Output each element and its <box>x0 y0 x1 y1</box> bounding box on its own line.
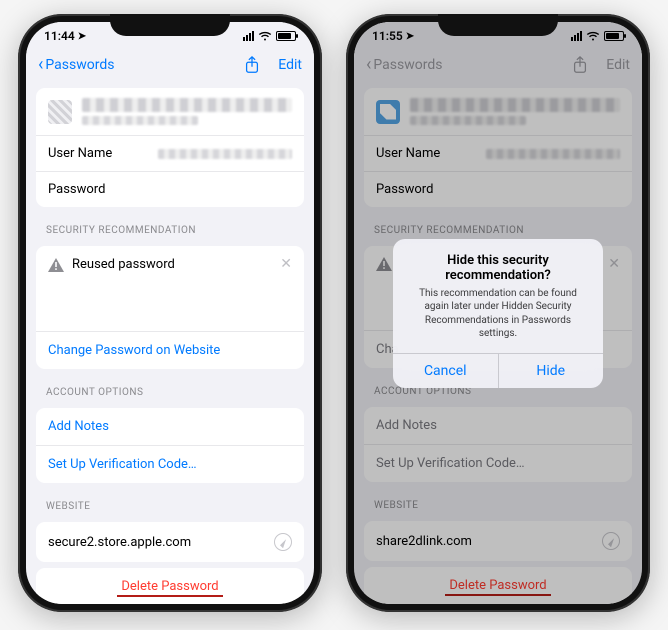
password-row[interactable]: Password <box>36 172 304 207</box>
website-card: secure2.store.apple.com <box>36 522 304 562</box>
account-card: User Name Password <box>36 88 304 207</box>
options-header: ACCOUNT OPTIONS <box>26 375 314 402</box>
delete-label: Delete Password <box>121 579 218 594</box>
password-label: Password <box>48 182 105 197</box>
nav-bar: ‹ Passwords Edit <box>26 50 314 82</box>
hide-recommendation-modal: Hide this security recommendation? This … <box>393 239 603 388</box>
back-label: Passwords <box>45 57 114 73</box>
username-row[interactable]: User Name <box>36 136 304 172</box>
warning-icon <box>48 258 64 272</box>
reused-password-row[interactable]: Reused password ✕ <box>36 246 304 283</box>
back-button[interactable]: ‹ Passwords <box>38 57 114 73</box>
site-favicon <box>48 100 72 124</box>
screen: 11:44 ➤ ‹ Passwords Edit <box>26 22 314 604</box>
verification-row[interactable]: Set Up Verification Code… <box>36 446 304 483</box>
modal-message: This recommendation can be found again l… <box>407 287 589 341</box>
website-row[interactable]: secure2.store.apple.com <box>36 522 304 562</box>
options-card: Add Notes Set Up Verification Code… <box>36 408 304 483</box>
screen: 11:55 ➤ ‹ Passwords Edit <box>354 22 642 604</box>
dismiss-icon[interactable]: ✕ <box>280 256 292 272</box>
notch <box>110 14 230 36</box>
reused-label: Reused password <box>72 257 175 272</box>
add-notes-row[interactable]: Add Notes <box>36 408 304 446</box>
site-title-redacted <box>82 98 292 112</box>
battery-icon <box>276 31 296 41</box>
modal-title: Hide this security recommendation? <box>407 253 589 283</box>
delete-password-button[interactable]: Delete Password <box>36 568 304 604</box>
website-header: WEBSITE <box>26 489 314 516</box>
edit-button[interactable]: Edit <box>278 57 302 73</box>
share-icon[interactable] <box>244 56 260 74</box>
delete-card: Delete Password <box>36 568 304 604</box>
notch <box>438 14 558 36</box>
phone-left: 11:44 ➤ ‹ Passwords Edit <box>18 14 322 612</box>
change-password-link[interactable]: Change Password on Website <box>36 331 304 369</box>
modal-backdrop: Hide this security recommendation? This … <box>354 22 642 604</box>
cancel-button[interactable]: Cancel <box>393 354 498 388</box>
signal-icon <box>243 31 254 41</box>
safari-icon[interactable] <box>274 533 292 551</box>
security-card: Reused password ✕ Change Password on Web… <box>36 246 304 369</box>
security-header: SECURITY RECOMMENDATION <box>26 213 314 240</box>
wifi-icon <box>258 31 272 41</box>
location-icon: ➤ <box>78 31 86 42</box>
username-label: User Name <box>48 146 112 161</box>
hide-button[interactable]: Hide <box>498 354 604 388</box>
status-time: 11:44 <box>44 29 75 43</box>
website-url: secure2.store.apple.com <box>48 535 191 550</box>
site-subtitle-redacted <box>82 116 198 125</box>
phone-right: 11:55 ➤ ‹ Passwords Edit <box>346 14 650 612</box>
username-value-redacted <box>158 149 292 159</box>
